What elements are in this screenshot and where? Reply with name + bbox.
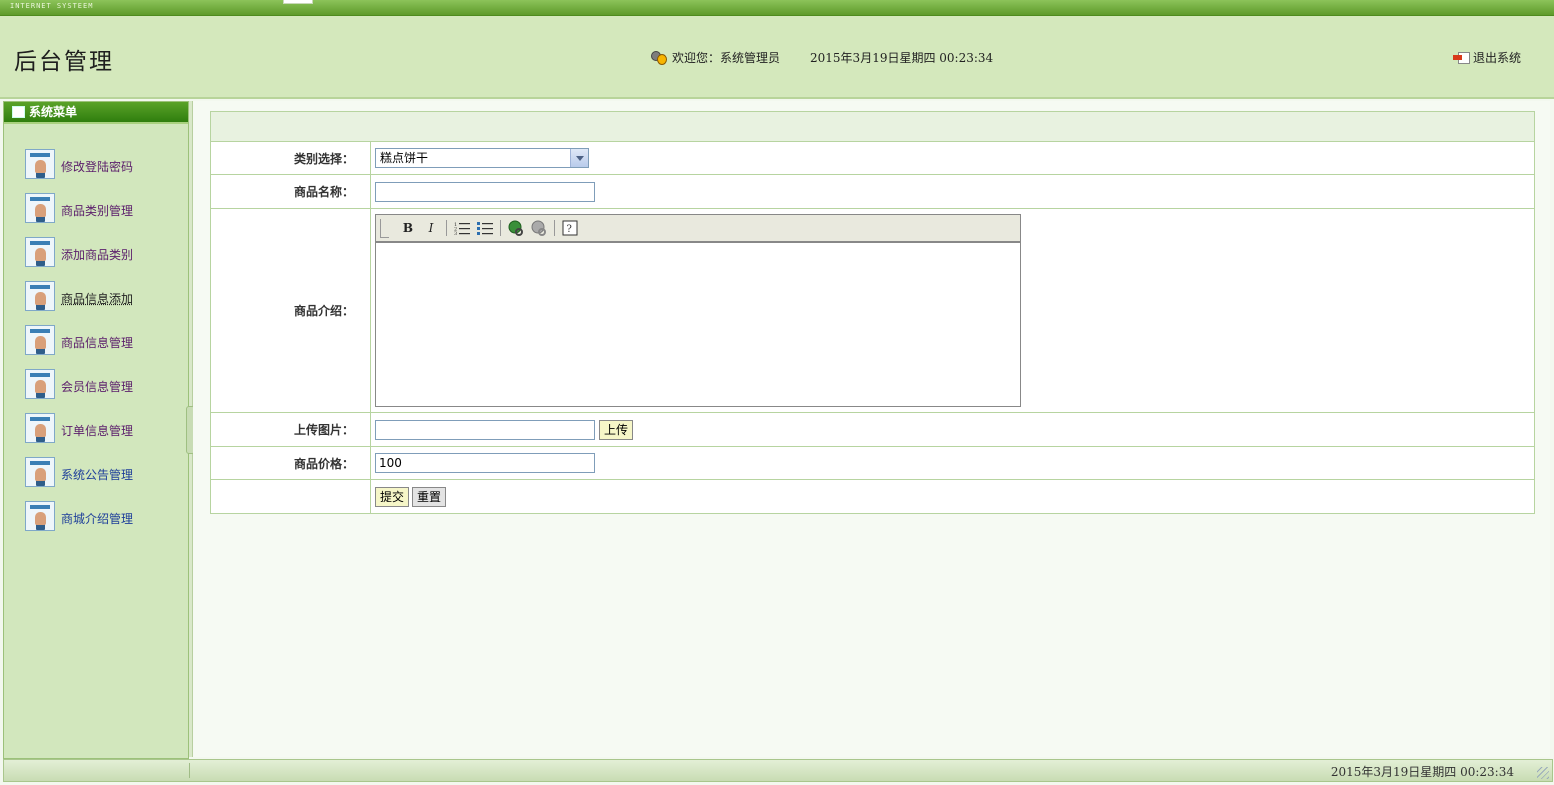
ordered-list-icon[interactable]: 123 xyxy=(452,218,472,238)
unordered-list-icon[interactable] xyxy=(475,218,495,238)
image-path-input[interactable] xyxy=(375,419,595,440)
sidebar-item-order-manage[interactable]: 订单信息管理 xyxy=(4,408,188,452)
sidebar-item-label: 修改登陆密码 xyxy=(61,160,134,174)
welcome-area: 欢迎您：系统管理员 2015年3月19日星期四 00:23:34 xyxy=(650,49,993,66)
price-row: 商品价格： xyxy=(211,447,1534,480)
sidebar-item-member-manage[interactable]: 会员信息管理 xyxy=(4,364,188,408)
toolbar-divider xyxy=(446,220,447,236)
sidebar-item-product-manage[interactable]: 商品信息管理 xyxy=(4,320,188,364)
user-icon xyxy=(25,149,55,179)
logout-label: 退出系统 xyxy=(1473,51,1522,65)
welcome-text: 欢迎您：系统管理员 xyxy=(672,51,781,65)
name-label: 商品名称： xyxy=(211,175,371,208)
chevron-down-icon[interactable] xyxy=(570,149,588,167)
price-input[interactable] xyxy=(375,453,595,473)
action-row: 提交 重置 xyxy=(211,480,1534,513)
status-datetime: 2015年3月19日星期四 00:23:34 xyxy=(1330,765,1514,779)
editor-toolbar: B I 123 ? xyxy=(376,215,1020,243)
sidebar-item-label: 系统公告管理 xyxy=(61,468,134,482)
upload-label: 上传图片： xyxy=(211,413,371,446)
unlink-icon[interactable] xyxy=(529,218,549,238)
exit-icon xyxy=(1453,51,1470,64)
toolbar-divider xyxy=(554,220,555,236)
product-name-input[interactable] xyxy=(375,181,595,202)
logout-link[interactable]: 退出系统 xyxy=(1453,49,1521,66)
tab-stub xyxy=(283,0,313,4)
sidebar-item-label: 商品信息管理 xyxy=(61,336,134,350)
sidebar-item-label: 商品类别管理 xyxy=(61,204,134,218)
product-form: 类别选择： 糕点饼干 商品名称： 商品介绍： B I 1 2 3 ? 上传图片：… xyxy=(210,111,1535,514)
sidebar: 系统菜单 修改登陆密码 商品类别管理 添加商品类别 商品信息添加 商品信息管理 … xyxy=(3,101,189,759)
user-icon xyxy=(25,193,55,223)
name-row: 商品名称： xyxy=(211,175,1534,209)
sidebar-item-label: 会员信息管理 xyxy=(61,380,134,394)
status-divider xyxy=(189,763,190,778)
price-label: 商品价格： xyxy=(211,447,371,479)
system-tag: INTERNET SYSTEEM xyxy=(10,2,94,10)
upload-button[interactable]: 上传 xyxy=(599,419,634,440)
italic-button[interactable]: I xyxy=(421,218,441,238)
sidebar-item-label: 订单信息管理 xyxy=(61,424,134,438)
link-icon[interactable] xyxy=(506,218,526,238)
user-icon xyxy=(25,369,55,399)
sidebar-menu: 修改登陆密码 商品类别管理 添加商品类别 商品信息添加 商品信息管理 会员信息管… xyxy=(4,124,188,540)
header-datetime: 2015年3月19日星期四 00:23:34 xyxy=(810,51,994,65)
reset-button[interactable]: 重置 xyxy=(412,486,447,507)
category-label: 类别选择： xyxy=(211,142,371,174)
submit-button[interactable]: 提交 xyxy=(375,486,410,507)
sidebar-item-mall-intro[interactable]: 商城介绍管理 xyxy=(4,496,188,540)
menu-icon xyxy=(12,106,25,118)
upload-row: 上传图片： 上传 xyxy=(211,413,1534,447)
status-bar: 2015年3月19日星期四 00:23:34 xyxy=(3,759,1553,782)
header: 后台管理 欢迎您：系统管理员 2015年3月19日星期四 00:23:34 退出… xyxy=(0,16,1554,99)
sidebar-item-change-password[interactable]: 修改登陆密码 xyxy=(4,144,188,188)
intro-row: 商品介绍： B I 123 ? xyxy=(211,209,1534,413)
action-label-cell xyxy=(211,480,371,513)
category-selected: 糕点饼干 xyxy=(380,151,429,165)
user-icon xyxy=(25,413,55,443)
sidebar-item-notice-manage[interactable]: 系统公告管理 xyxy=(4,452,188,496)
sidebar-item-label: 商品信息添加 xyxy=(61,292,134,306)
form-header xyxy=(211,112,1534,142)
sidebar-item-category-manage[interactable]: 商品类别管理 xyxy=(4,188,188,232)
svg-text:3: 3 xyxy=(454,231,457,235)
main-content: 类别选择： 糕点饼干 商品名称： 商品介绍： B I 1 2 3 ? 上传图片：… xyxy=(193,101,1550,757)
user-icon xyxy=(25,501,55,531)
category-select[interactable]: 糕点饼干 xyxy=(375,148,589,168)
category-row: 类别选择： 糕点饼干 xyxy=(211,142,1534,175)
user-icon xyxy=(25,325,55,355)
editor-content-area[interactable] xyxy=(376,243,1020,406)
intro-label: 商品介绍： xyxy=(211,209,371,412)
sidebar-item-label: 添加商品类别 xyxy=(61,248,134,262)
help-icon[interactable]: ? xyxy=(560,218,580,238)
page-title: 后台管理 xyxy=(14,49,114,75)
resize-grip-icon[interactable] xyxy=(1537,767,1549,779)
sidebar-header: 系统菜单 xyxy=(4,102,188,124)
toolbar-divider xyxy=(500,220,501,236)
sidebar-item-add-category[interactable]: 添加商品类别 xyxy=(4,232,188,276)
sidebar-item-add-product[interactable]: 商品信息添加 xyxy=(4,276,188,320)
svg-text:?: ? xyxy=(567,224,572,235)
users-icon xyxy=(650,50,667,65)
sidebar-title: 系统菜单 xyxy=(29,105,78,119)
toolbar-grip xyxy=(380,218,389,238)
rich-text-editor: B I 123 ? xyxy=(375,214,1021,407)
sidebar-item-label: 商城介绍管理 xyxy=(61,512,134,526)
user-icon xyxy=(25,281,55,311)
top-strip: INTERNET SYSTEEM xyxy=(0,0,1554,16)
user-icon xyxy=(25,237,55,267)
bold-button[interactable]: B xyxy=(398,218,418,238)
user-icon xyxy=(25,457,55,487)
